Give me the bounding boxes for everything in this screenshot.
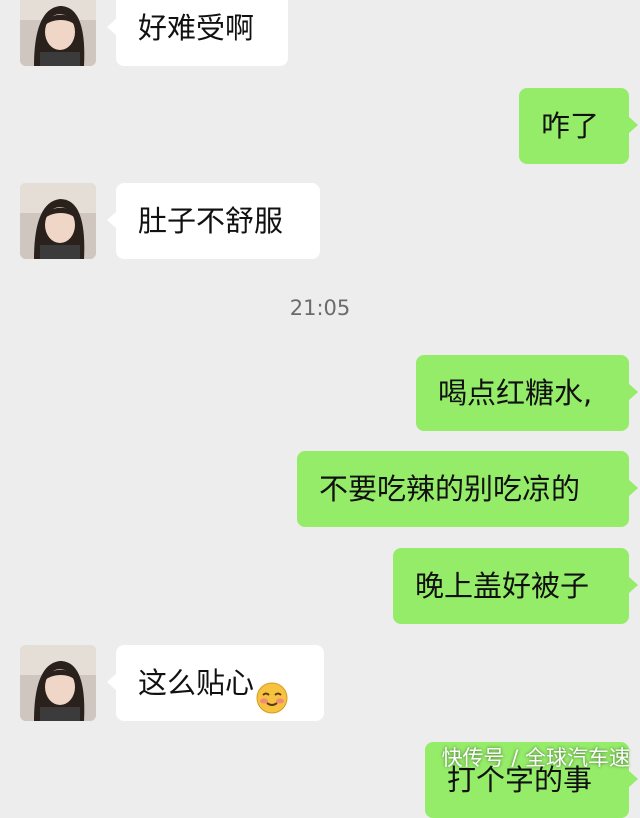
watermark: 快传号 / 全球汽车速	[441, 746, 630, 770]
message-bubble[interactable]: 晚上盖好被子	[393, 548, 638, 624]
message-text: 这么贴心	[138, 666, 255, 700]
message-text: 晚上盖好被子	[415, 569, 590, 603]
message-bubble[interactable]: 喝点红糖水,	[416, 355, 638, 431]
timestamp: 21:05	[289, 296, 351, 320]
message-text: 喝点红糖水,	[438, 376, 593, 410]
message-bubble[interactable]: 肚子不舒服	[107, 183, 320, 259]
message-text: 好难受啊	[138, 11, 255, 45]
contact-avatar[interactable]	[20, 645, 96, 721]
message-bubble[interactable]: 这么贴心	[107, 645, 324, 721]
contact-avatar[interactable]	[20, 0, 96, 66]
blushing-smile-emoji-icon	[256, 666, 288, 714]
message-text: 咋了	[541, 109, 600, 143]
message-text: 肚子不舒服	[138, 204, 284, 238]
contact-avatar[interactable]	[20, 183, 96, 259]
message-text: 不要吃辣的别吃凉的	[319, 472, 581, 506]
message-bubble[interactable]: 咋了	[519, 88, 638, 164]
message-bubble[interactable]: 好难受啊	[107, 0, 288, 66]
message-bubble[interactable]: 不要吃辣的别吃凉的	[297, 451, 638, 527]
chat-area[interactable]: 好难受啊 咋了 肚子不舒服 21:05 喝点红糖水, 不要吃辣的别吃凉的 晚上盖…	[0, 0, 640, 818]
